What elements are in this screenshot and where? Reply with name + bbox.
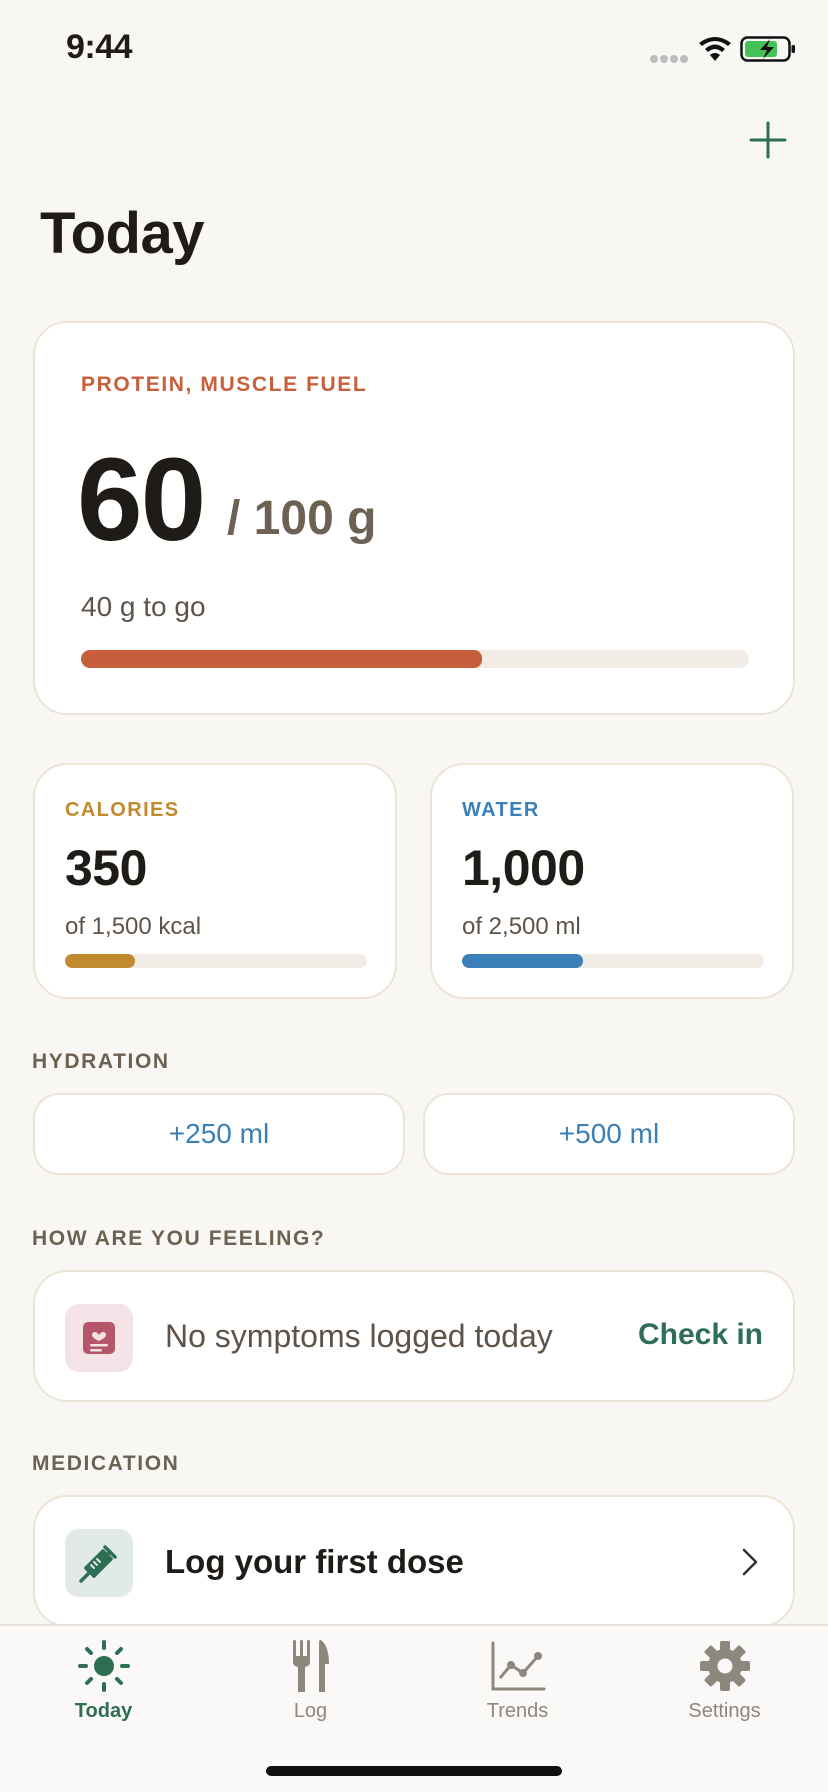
calories-eyebrow: CALORIES [65,799,180,821]
log-dose-row[interactable]: Log your first dose [33,1495,795,1627]
protein-remaining: 40 g to go [81,591,206,622]
log-dose-text: Log your first dose [165,1543,464,1580]
today-screen: 9:44 Today PROTEIN, MUSCLE FUEL 60 / 100… [0,0,828,1792]
calories-value: 350 [65,840,147,896]
gear-icon [699,1636,751,1696]
trend-chart-icon [490,1636,546,1696]
sun-icon [77,1636,131,1696]
status-bar: 9:44 [0,0,828,100]
tab-settings-label: Settings [688,1700,761,1722]
calories-progress-fill [65,954,136,968]
add-500ml-button[interactable]: +500 ml [423,1093,795,1175]
add-button[interactable] [742,114,794,166]
water-goal: of 2,500 ml [462,913,581,940]
calories-goal: of 1,500 kcal [65,913,202,940]
tab-log[interactable]: Log [207,1626,414,1746]
symptom-status-text: No symptoms logged today [165,1318,553,1354]
tab-log-label: Log [293,1700,328,1722]
status-time: 9:44 [66,28,133,66]
tab-today-label: Today [74,1700,133,1722]
home-indicator [266,1766,562,1776]
tab-trends-label: Trends [486,1700,549,1722]
water-eyebrow: WATER [462,799,540,821]
water-progress-fill [462,954,583,968]
add-250ml-button[interactable]: +250 ml [33,1093,405,1175]
fork-knife-icon [291,1636,331,1696]
calories-card[interactable]: CALORIES 350 of 1,500 kcal [33,763,397,999]
page-title: Today [40,201,205,266]
battery-charging-icon [740,36,795,62]
protein-progress-fill [81,650,482,668]
check-in-link[interactable]: Check in [638,1318,763,1352]
calories-progress-bar [65,954,367,968]
syringe-icon [65,1529,133,1597]
tab-settings[interactable]: Settings [621,1626,828,1746]
heart-journal-icon [65,1304,133,1372]
tab-today[interactable]: Today [0,1626,207,1746]
wifi-icon [699,37,731,61]
medication-section-label: MEDICATION [32,1452,180,1475]
hydration-section-label: HYDRATION [32,1050,170,1073]
protein-card[interactable]: PROTEIN, MUSCLE FUEL 60 / 100 g 40 g to … [33,321,795,715]
tab-trends[interactable]: Trends [414,1626,621,1746]
feeling-section-label: HOW ARE YOU FEELING? [32,1227,326,1250]
protein-value: 60 [77,434,206,566]
protein-eyebrow: PROTEIN, MUSCLE FUEL [81,373,368,396]
symptom-check-in-row[interactable]: No symptoms logged today Check in [33,1270,795,1402]
plus-icon [749,121,787,159]
protein-progress-bar [81,650,749,668]
water-progress-bar [462,954,764,968]
water-card[interactable]: WATER 1,000 of 2,500 ml [430,763,794,999]
protein-goal: / 100 g [227,492,377,545]
water-value: 1,000 [462,840,585,896]
chevron-right-icon [742,1548,758,1576]
cellular-signal-icon [650,55,688,63]
